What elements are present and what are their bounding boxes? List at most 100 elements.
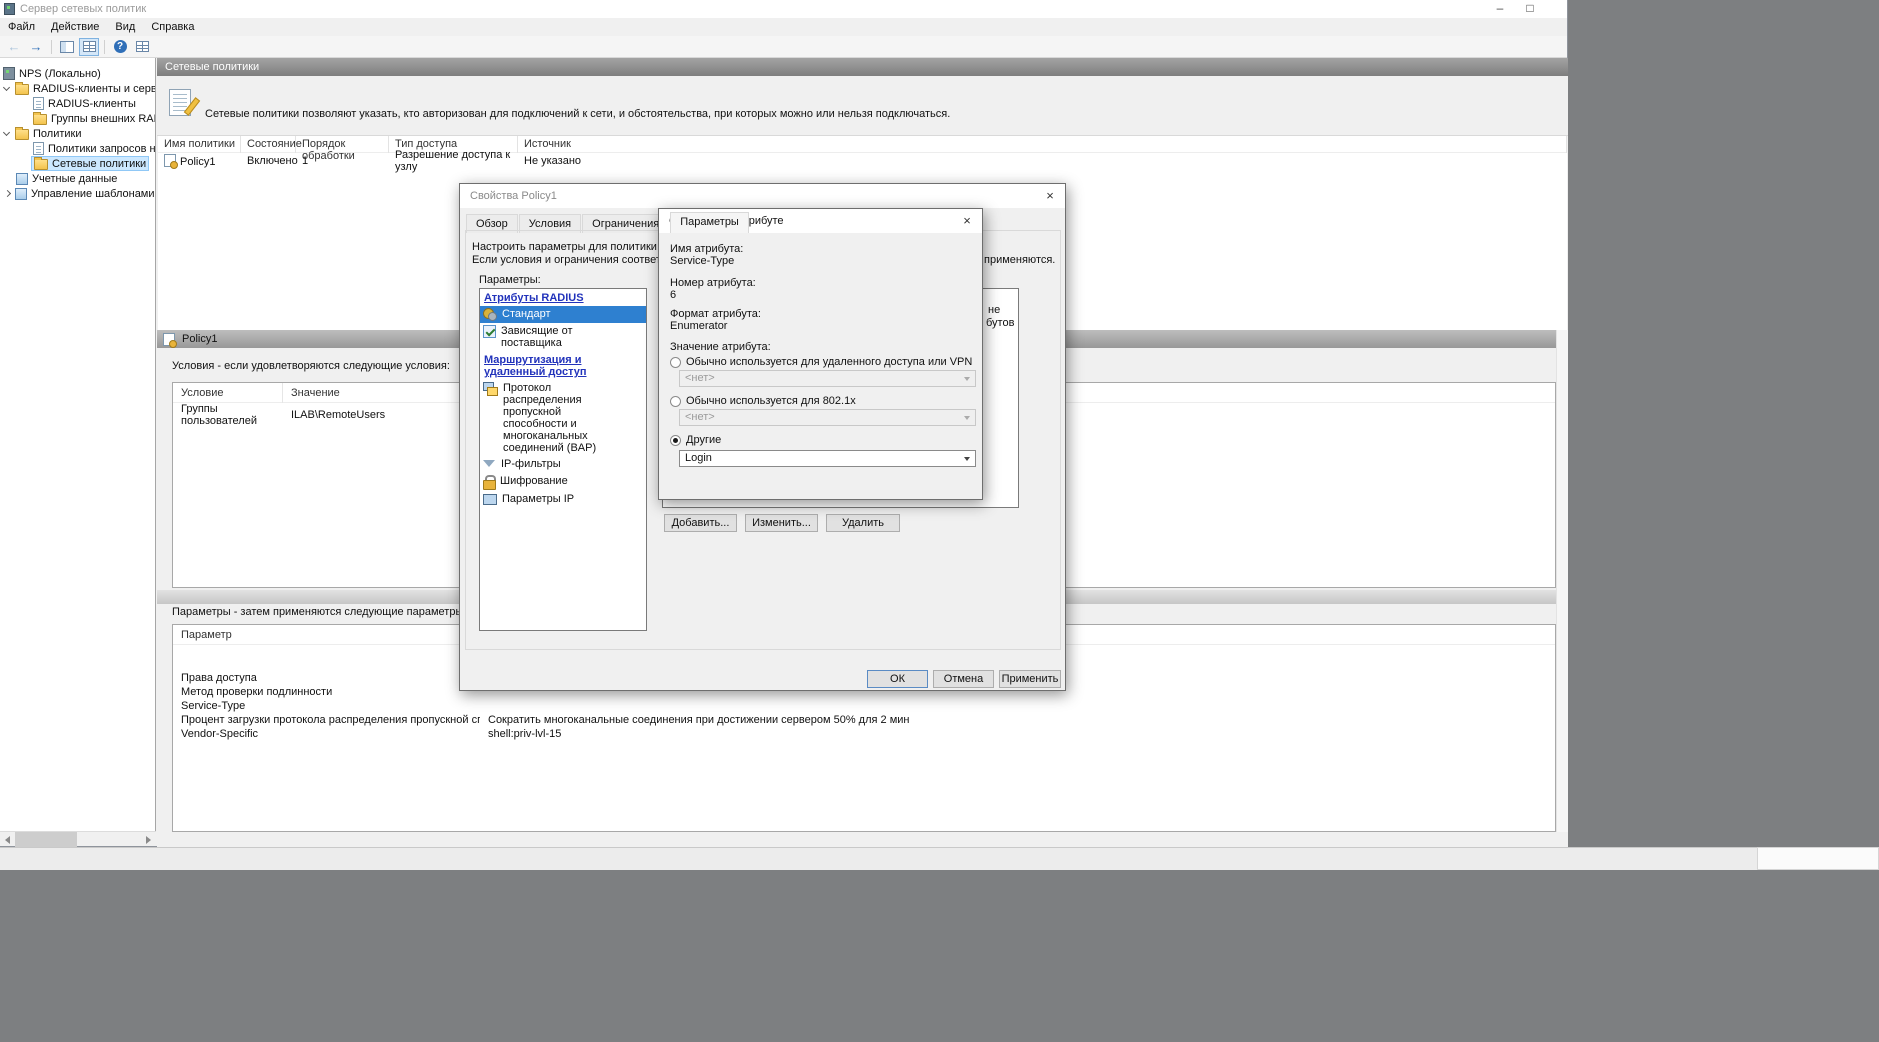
app-icon xyxy=(4,3,15,15)
tree-item-templates-management[interactable]: Управление шаблонами xyxy=(0,186,155,201)
policy-icon xyxy=(163,333,175,346)
menu-bar: Файл Действие Вид Справка xyxy=(0,18,1567,36)
minimize-button[interactable]: – xyxy=(1485,0,1515,18)
chevron-expanded-icon[interactable] xyxy=(3,84,10,91)
tree-item-network-policies[interactable]: Сетевые политики xyxy=(0,156,155,171)
column-header-policy-name[interactable]: Имя политики xyxy=(158,136,241,153)
attribute-value-label: Значение атрибута: xyxy=(670,341,771,353)
attribute-format-label: Формат атрибута: xyxy=(670,308,761,320)
delete-button[interactable]: Удалить xyxy=(826,514,900,532)
close-icon[interactable]: × xyxy=(952,210,982,233)
console-tree-toggle-button[interactable] xyxy=(57,38,77,56)
chevron-expanded-icon[interactable] xyxy=(3,129,10,136)
radio-8021x-label: Обычно используется для 802.1x xyxy=(686,395,856,407)
column-header-parameter[interactable]: Параметр xyxy=(173,625,480,645)
list-item-vendor-specific[interactable]: Зависящие от поставщика xyxy=(480,323,646,351)
radio-8021x[interactable] xyxy=(670,396,681,407)
maximize-button[interactable]: □ xyxy=(1515,0,1545,18)
chevron-down-icon xyxy=(964,457,970,461)
help-button[interactable]: ? xyxy=(110,38,130,56)
settings-intro-tail: применяются. xyxy=(984,254,1055,266)
action-pane-toggle-button[interactable] xyxy=(132,38,152,56)
selected-tree-item[interactable]: Сетевые политики xyxy=(31,156,149,171)
templates-icon xyxy=(15,188,27,200)
list-item-bap[interactable]: Протокол распределения пропускной способ… xyxy=(480,380,646,456)
menu-action[interactable]: Действие xyxy=(43,18,107,36)
column-header-condition[interactable]: Условие xyxy=(173,383,283,403)
column-header-source[interactable]: Источник xyxy=(518,136,1567,153)
add-button[interactable]: Добавить... xyxy=(664,514,737,532)
attribute-info-dialog: Сведения об атрибуте × Имя атрибута: Ser… xyxy=(658,208,983,500)
pane-header: Сетевые политики xyxy=(157,58,1568,76)
lock-icon xyxy=(483,475,495,489)
page-pencil-icon xyxy=(169,89,191,116)
radio-others[interactable] xyxy=(670,435,681,446)
list-item-ip-settings[interactable]: Параметры IP xyxy=(480,491,646,508)
gears-icon xyxy=(483,308,497,321)
title-bar: Сервер сетевых политик – □ xyxy=(0,0,1567,18)
forward-button[interactable]: → xyxy=(26,38,46,56)
tree-item-radius-clients-servers[interactable]: RADIUS-клиенты и серверы xyxy=(0,81,155,96)
list-item-ip-filters[interactable]: IP-фильтры xyxy=(480,456,646,473)
cancel-button[interactable]: Отмена xyxy=(933,670,994,688)
close-icon[interactable]: × xyxy=(1035,185,1065,208)
tree-item-remote-radius-groups[interactable]: Группы внешних RADIUS-серверов xyxy=(0,111,155,126)
panes-icon xyxy=(60,41,74,53)
back-button[interactable]: ← xyxy=(4,38,24,56)
tree-item-radius-clients[interactable]: RADIUS-клиенты xyxy=(0,96,155,111)
server-icon xyxy=(3,67,15,80)
table-icon xyxy=(83,41,96,52)
monitor-icon xyxy=(483,493,497,506)
triangle-left-icon xyxy=(5,836,10,844)
conditions-label: Условия - если удовлетворяются следующие… xyxy=(172,360,450,372)
scroll-left-button[interactable] xyxy=(0,832,15,847)
policy-icon xyxy=(164,154,176,167)
menu-view[interactable]: Вид xyxy=(107,18,143,36)
funnel-icon xyxy=(483,458,496,471)
settings-label: Параметры - затем применяются следующие … xyxy=(172,606,466,618)
tab-settings[interactable]: Параметры xyxy=(670,212,749,233)
radio-others-label: Другие xyxy=(686,434,721,446)
radio-dialup-vpn[interactable] xyxy=(670,357,681,368)
tree-item-policies[interactable]: Политики xyxy=(0,126,155,141)
attribute-number-label: Номер атрибута: xyxy=(670,277,756,289)
toolbar: ← → ? xyxy=(0,36,1567,58)
radio-dialup-vpn-label: Обычно используется для удаленного досту… xyxy=(686,356,972,368)
policies-list-header: Имя политики Состояние Порядок обработки… xyxy=(158,136,1567,153)
scroll-right-button[interactable] xyxy=(141,832,156,847)
edit-button[interactable]: Изменить... xyxy=(745,514,818,532)
pane-description: Сетевые политики позволяют указать, кто … xyxy=(205,108,1485,120)
menu-file[interactable]: Файл xyxy=(0,18,43,36)
chevron-down-icon xyxy=(964,416,970,420)
tree-item-connection-request-policies[interactable]: Политики запросов на подключение xyxy=(0,141,155,156)
list-item-standard[interactable]: Стандарт xyxy=(480,306,646,323)
triangle-right-icon xyxy=(146,836,151,844)
chevron-collapsed-icon[interactable] xyxy=(4,190,11,197)
attribute-name-label: Имя атрибута: xyxy=(670,243,743,255)
settings-category-list[interactable]: Атрибуты RADIUS Стандарт Зависящие от по… xyxy=(479,288,647,631)
desktop: Сервер сетевых политик – □ Файл Действие… xyxy=(0,0,1879,1042)
standard-view-button[interactable] xyxy=(79,38,99,56)
settings-intro-line1: Настроить параметры для политики сети. xyxy=(472,241,685,253)
detail-scrollbar[interactable] xyxy=(1556,330,1568,832)
console-tree: NPS (Локально) RADIUS-клиенты и серверы … xyxy=(0,58,156,831)
scrollbar-thumb[interactable] xyxy=(15,832,77,847)
column-header-processing-order[interactable]: Порядок обработки xyxy=(296,136,389,153)
attribute-number-value: 6 xyxy=(670,289,676,301)
dialup-vpn-dropdown: <нет> xyxy=(679,370,976,387)
list-item-encryption[interactable]: Шифрование xyxy=(480,473,646,491)
tree-item-nps-root[interactable]: NPS (Локально) xyxy=(0,66,155,81)
column-header-state[interactable]: Состояние xyxy=(241,136,296,153)
group-radius-attributes: Атрибуты RADIUS xyxy=(480,289,640,306)
menu-help[interactable]: Справка xyxy=(143,18,202,36)
attribute-format-value: Enumerator xyxy=(670,320,727,332)
apply-button[interactable]: Применить xyxy=(999,670,1061,688)
setting-row[interactable]: Процент загрузки протокола распределения… xyxy=(173,714,1555,728)
setting-row[interactable]: Service-Type xyxy=(173,700,1555,714)
ok-button[interactable]: ОК xyxy=(867,670,928,688)
tree-horizontal-scrollbar[interactable] xyxy=(0,831,156,846)
policy-row[interactable]: Policy1 Включено 1 Разрешение доступа к … xyxy=(158,153,1567,169)
others-dropdown[interactable]: Login xyxy=(679,450,976,467)
tree-item-accounting[interactable]: Учетные данные xyxy=(0,171,155,186)
setting-row[interactable]: Vendor-Specific shell:priv-lvl-15 xyxy=(173,728,1555,742)
